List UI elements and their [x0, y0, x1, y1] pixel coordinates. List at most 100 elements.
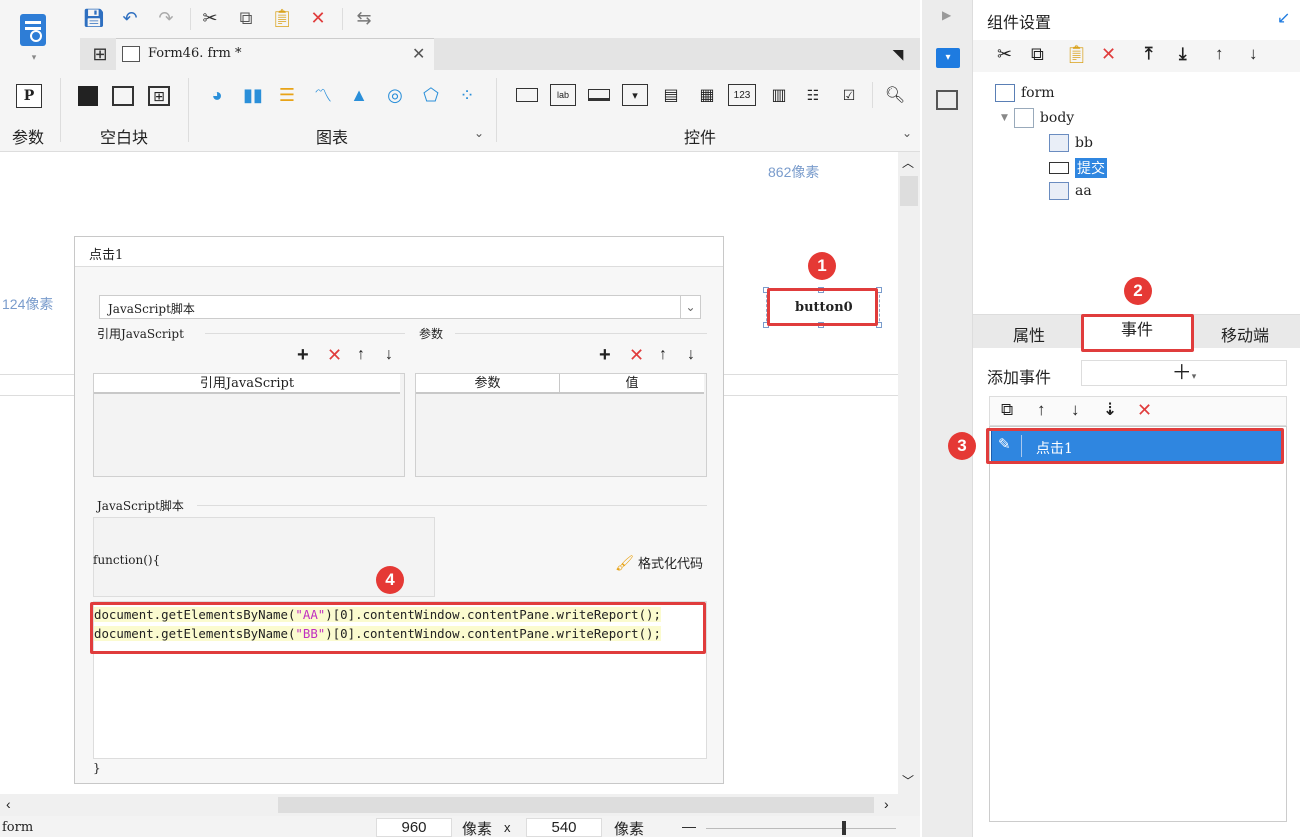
- bar-chart-icon[interactable]: ▮▮: [240, 82, 266, 108]
- paste-icon[interactable]: 📋︎: [270, 6, 294, 30]
- delete-icon[interactable]: ✕: [306, 6, 330, 30]
- canvas-horizontal-scrollbar[interactable]: ‹ ›: [0, 794, 920, 816]
- button-widget-icon[interactable]: [514, 84, 540, 106]
- sort-event-icon[interactable]: ⇣: [1103, 400, 1117, 420]
- label-widget-icon[interactable]: lab: [550, 84, 576, 106]
- expand-right-icon[interactable]: ▶: [942, 8, 951, 22]
- zoom-slider[interactable]: [706, 828, 896, 829]
- radar-chart-icon[interactable]: ⬠: [418, 82, 444, 108]
- dimension-separator: x: [504, 820, 511, 835]
- height-input[interactable]: 540: [526, 818, 602, 837]
- blank-block-icon-2[interactable]: [112, 86, 134, 106]
- blank-block-icon-1[interactable]: [78, 86, 98, 106]
- logo-dropdown-icon[interactable]: ▾: [28, 52, 40, 62]
- scroll-up-icon[interactable]: ︿: [902, 154, 914, 171]
- zoom-out-button[interactable]: —: [682, 818, 696, 834]
- checkbox-widget-icon[interactable]: ☑: [836, 84, 862, 106]
- paste-icon[interactable]: 📋︎: [1065, 44, 1088, 65]
- area-chart-icon[interactable]: ▲: [346, 82, 372, 108]
- move-up-icon[interactable]: ↑: [1215, 44, 1224, 64]
- chart-expand-icon[interactable]: ⌄: [470, 124, 488, 142]
- move-up-param-icon[interactable]: ↑: [659, 345, 667, 365]
- scroll-left-icon[interactable]: ‹: [6, 796, 11, 812]
- scroll-down-icon[interactable]: ﹀: [902, 772, 914, 789]
- canvas-vertical-scrollbar[interactable]: ︿ ﹀: [898, 152, 920, 794]
- add-event-chevron-icon: ▾: [1191, 371, 1197, 381]
- component-settings-tab-icon[interactable]: ▾: [936, 48, 960, 68]
- number-widget-icon[interactable]: 123: [728, 84, 756, 106]
- delete-param-icon[interactable]: ✕: [629, 345, 644, 365]
- function-close-text: }: [93, 761, 101, 775]
- file-tab[interactable]: Form46. frm * ✕: [116, 38, 434, 70]
- params-table[interactable]: 参数 值: [415, 373, 707, 477]
- delete-ref-js-icon[interactable]: ✕: [327, 345, 342, 365]
- move-down-ref-js-icon[interactable]: ↓: [385, 345, 393, 365]
- combo-widget-icon[interactable]: ▾: [622, 84, 648, 106]
- hbar-chart-icon[interactable]: ☰: [274, 82, 300, 108]
- tab-mobile[interactable]: 移动端: [1221, 322, 1269, 346]
- copy-icon[interactable]: ⧉: [234, 6, 258, 30]
- scroll-right-icon[interactable]: ›: [884, 796, 889, 812]
- move-up-event-icon[interactable]: ↑: [1037, 400, 1046, 420]
- vertical-scroll-thumb[interactable]: [900, 176, 918, 206]
- gauge-chart-icon[interactable]: ◎: [382, 82, 408, 108]
- tree-node-form[interactable]: form: [995, 84, 1055, 102]
- format-code-button[interactable]: 🖌︎ 格式化代码: [615, 553, 703, 572]
- ref-js-column-header: 引用JavaScript: [94, 374, 400, 394]
- chevron-down-icon[interactable]: ⌄: [680, 296, 700, 318]
- move-up-ref-js-icon[interactable]: ↑: [357, 345, 365, 365]
- close-tab-icon[interactable]: ✕: [412, 44, 425, 64]
- brush-icon: 🖌︎: [615, 554, 635, 572]
- collapse-panel-icon[interactable]: ↙: [1277, 8, 1290, 28]
- form-node-icon: [995, 84, 1015, 102]
- add-ref-js-icon[interactable]: +: [297, 345, 309, 365]
- width-input[interactable]: 960: [376, 818, 452, 837]
- tree-node-bb[interactable]: bb: [1049, 134, 1093, 152]
- tree-node-aa[interactable]: aa: [1049, 182, 1092, 200]
- copy-event-icon[interactable]: ⧉: [1001, 400, 1013, 420]
- form-widget-icon[interactable]: ▤: [658, 84, 684, 106]
- ref-js-table[interactable]: 引用JavaScript: [93, 373, 405, 477]
- layout-grid-icon[interactable]: ⊞: [88, 42, 112, 66]
- line-chart-icon[interactable]: 〽: [310, 82, 336, 108]
- move-down-param-icon[interactable]: ↓: [687, 345, 695, 365]
- undo-icon[interactable]: ↶: [118, 6, 142, 30]
- move-top-icon[interactable]: ⤒: [1145, 44, 1153, 64]
- textarea-widget-icon[interactable]: ▥: [766, 84, 792, 106]
- tab-attributes[interactable]: 属性: [1013, 322, 1045, 346]
- delete-icon[interactable]: ✕: [1101, 44, 1116, 65]
- move-down-icon[interactable]: ↓: [1249, 44, 1258, 64]
- script-type-select[interactable]: JavaScript脚本 ⌄: [99, 295, 701, 319]
- blank-block-icon-3[interactable]: ⊞: [148, 86, 170, 106]
- move-bottom-icon[interactable]: ⤓: [1179, 44, 1187, 64]
- textbox-widget-icon[interactable]: [586, 84, 612, 106]
- scatter-chart-icon[interactable]: ⁘: [454, 82, 480, 108]
- tree-node-submit[interactable]: 提交: [1049, 158, 1107, 178]
- pie-chart-icon[interactable]: ◕: [204, 82, 230, 108]
- move-down-event-icon[interactable]: ↓: [1071, 400, 1080, 420]
- redo-icon[interactable]: ↷: [154, 6, 178, 30]
- swap-icon[interactable]: ⇆: [350, 6, 378, 30]
- horizontal-scroll-thumb[interactable]: [278, 797, 874, 813]
- radio-widget-icon[interactable]: ☷: [800, 84, 826, 106]
- tree-collapse-icon[interactable]: ▼: [1001, 113, 1008, 123]
- delete-event-icon[interactable]: ✕: [1137, 400, 1152, 421]
- date-widget-icon[interactable]: ▦: [694, 84, 720, 106]
- cut-icon[interactable]: ✂: [997, 44, 1012, 65]
- widgets-expand-icon[interactable]: ⌄: [898, 124, 916, 142]
- step-badge-4: 4: [376, 566, 404, 594]
- tree-node-body[interactable]: ▼ body: [1001, 108, 1074, 128]
- ruler-width-label: 862像素: [768, 164, 820, 180]
- layout-tab-icon[interactable]: [936, 90, 958, 110]
- add-event-dropdown[interactable]: ＋▾: [1081, 360, 1287, 386]
- collapse-ribbon-icon[interactable]: ◥: [886, 42, 910, 66]
- copy-icon[interactable]: ⧉: [1031, 44, 1044, 65]
- save-icon[interactable]: 💾︎: [82, 6, 106, 30]
- step-badge-2: 2: [1124, 277, 1152, 305]
- param-icon[interactable]: P: [16, 84, 42, 108]
- zoom-slider-thumb[interactable]: [842, 821, 846, 835]
- cut-icon[interactable]: ✂: [198, 6, 222, 30]
- preview-search-icon[interactable]: 🔍︎: [882, 84, 908, 106]
- app-logo-icon[interactable]: [16, 10, 50, 50]
- add-param-icon[interactable]: +: [599, 345, 611, 365]
